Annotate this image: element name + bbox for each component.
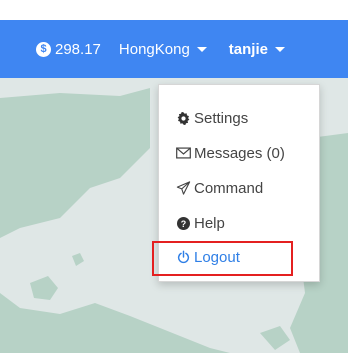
menu-label-help: Help [194, 214, 225, 232]
balance-value: 298.17 [55, 40, 101, 58]
username-label: tanjie [228, 40, 268, 58]
menu-item-command[interactable]: Command [175, 176, 263, 200]
menu-item-help[interactable]: ? Help [175, 211, 225, 235]
menu-label-messages: Messages (0) [194, 144, 285, 162]
paper-plane-icon [175, 181, 191, 195]
envelope-icon [175, 147, 191, 159]
caret-down-icon [196, 46, 207, 52]
svg-text:?: ? [180, 218, 185, 228]
logout-highlight-box [152, 241, 293, 276]
menu-label-command: Command [194, 179, 264, 197]
menu-item-settings[interactable]: Settings [175, 106, 248, 130]
region-label: HongKong [118, 40, 190, 58]
region-dropdown[interactable]: HongKong [119, 41, 207, 58]
question-circle-icon: ? [175, 216, 191, 230]
balance-display[interactable]: $ 298.17 [36, 41, 101, 58]
caret-down-icon [274, 46, 285, 52]
menu-item-messages[interactable]: Messages (0) [175, 141, 285, 165]
menu-label-settings: Settings [194, 109, 249, 127]
gear-icon [175, 111, 191, 125]
dollar-coin-icon: $ [36, 41, 51, 57]
top-navbar: $ 298.17 HongKong tanjie [0, 20, 348, 78]
user-menu-toggle[interactable]: tanjie [229, 41, 285, 58]
